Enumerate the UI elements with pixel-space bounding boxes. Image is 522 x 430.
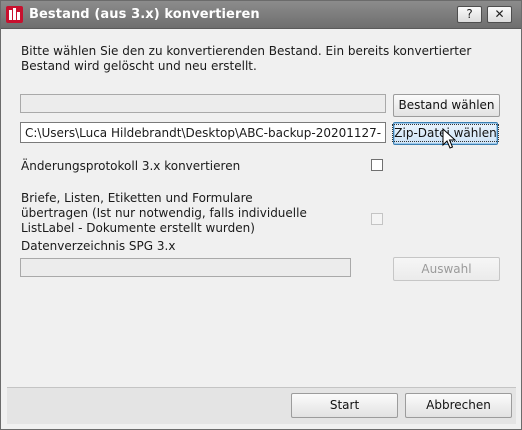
bestand-waehlen-button[interactable]: Bestand wählen: [393, 94, 500, 117]
intro-text: Bitte wählen Sie den zu konvertierenden …: [21, 44, 472, 73]
start-label: Start: [329, 398, 360, 412]
close-button[interactable]: ✕: [487, 6, 512, 23]
bestand-path-field[interactable]: [20, 94, 386, 113]
changelog-checkbox[interactable]: [371, 159, 383, 171]
abbrechen-label: Abbrechen: [426, 398, 491, 412]
mouse-cursor-icon: [442, 128, 456, 149]
zip-path-field[interactable]: C:\Users\Luca Hildebrandt\Desktop\ABC-ba…: [20, 122, 386, 143]
bestand-waehlen-label: Bestand wählen: [398, 98, 495, 112]
letters-label: Briefe, Listen, Etiketten und Formulare …: [21, 191, 307, 235]
changelog-label: Änderungsprotokoll 3.x konvertieren: [21, 159, 241, 173]
letters-checkbox[interactable]: [371, 213, 383, 225]
title-bar[interactable]: Bestand (aus 3.x) konvertieren ? ✕: [1, 1, 521, 29]
app-logo-icon: [6, 6, 23, 23]
auswahl-button[interactable]: Auswahl: [393, 257, 500, 281]
auswahl-label: Auswahl: [421, 262, 472, 276]
dialog-window: Bestand (aus 3.x) konvertieren ? ✕ Bitte…: [0, 0, 522, 430]
datadir-label: Datenverzeichnis SPG 3.x: [21, 239, 176, 253]
help-button[interactable]: ?: [457, 6, 482, 23]
datadir-path-field[interactable]: [20, 258, 351, 277]
zip-path-value: C:\Users\Luca Hildebrandt\Desktop\ABC-ba…: [25, 126, 381, 140]
window-title: Bestand (aus 3.x) konvertieren: [29, 7, 260, 22]
abbrechen-button[interactable]: Abbrechen: [405, 393, 512, 418]
start-button[interactable]: Start: [291, 393, 398, 418]
